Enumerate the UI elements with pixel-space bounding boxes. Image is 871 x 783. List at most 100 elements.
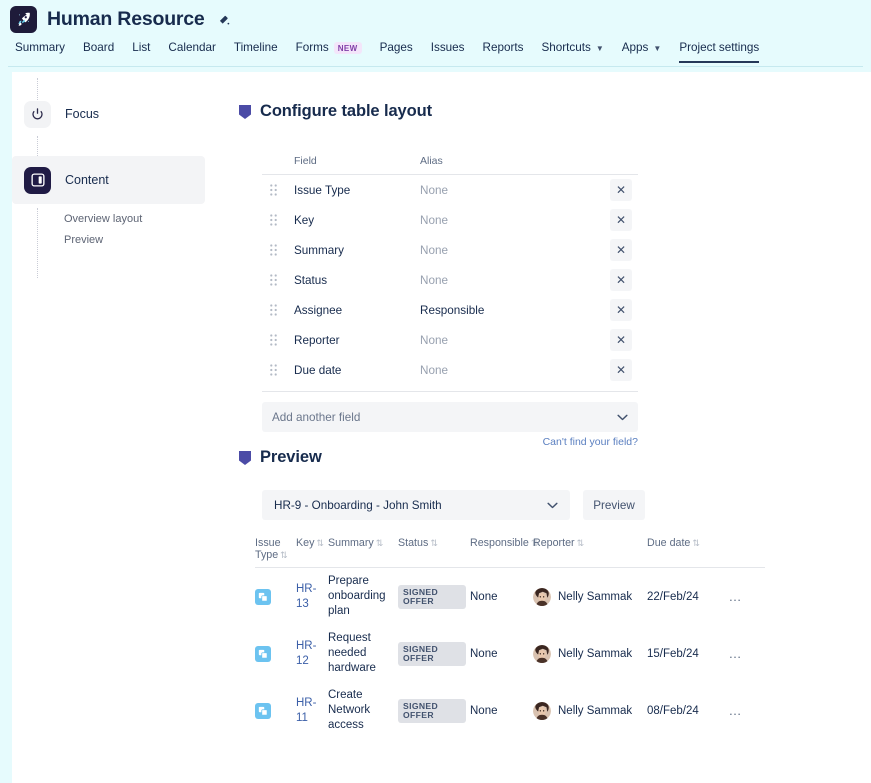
issue-type-cell bbox=[255, 703, 296, 719]
ink-drop-icon[interactable] bbox=[217, 13, 231, 27]
drag-handle-icon[interactable] bbox=[262, 334, 294, 346]
table-row[interactable]: HR-13 Prepare onboarding plan SIGNED OFF… bbox=[255, 568, 765, 625]
tab-label: Forms bbox=[296, 41, 329, 55]
chevron-down-icon: ▼ bbox=[596, 42, 604, 56]
sort-icon: ⇅ bbox=[430, 538, 438, 548]
add-another-field-select[interactable]: Add another field bbox=[262, 402, 638, 432]
table-row: Issue Type None ✕ bbox=[262, 175, 638, 205]
tab-shortcuts[interactable]: Shortcuts ▼ bbox=[532, 38, 612, 63]
table-row[interactable]: HR-12 Request needed hardware SIGNED OFF… bbox=[255, 625, 765, 682]
field-name: Assignee bbox=[294, 304, 420, 317]
configure-table-header: Field Alias bbox=[262, 155, 638, 175]
field-alias[interactable]: None bbox=[420, 274, 604, 287]
drag-handle-icon[interactable] bbox=[262, 304, 294, 316]
tab-label: Project settings bbox=[679, 41, 759, 55]
tab-label: Pages bbox=[380, 41, 413, 55]
column-header-summary[interactable]: Summary⇅ bbox=[328, 537, 398, 549]
remove-field-button[interactable]: ✕ bbox=[610, 209, 632, 231]
field-alias[interactable]: None bbox=[420, 334, 604, 347]
tab-apps[interactable]: Apps ▼ bbox=[613, 38, 671, 63]
tab-label: Timeline bbox=[234, 41, 278, 55]
reporter-cell: Nelly Sammak bbox=[533, 702, 643, 720]
sidebar-subitem-overview-layout[interactable]: Overview layout bbox=[64, 213, 142, 225]
column-header-label: Status bbox=[398, 537, 428, 549]
column-header-reporter[interactable]: Reporter⇅ bbox=[533, 537, 647, 549]
responsible-value: None bbox=[470, 705, 498, 717]
tab-project-settings[interactable]: Project settings bbox=[670, 38, 768, 63]
issue-type-cell bbox=[255, 589, 296, 605]
drag-handle-icon[interactable] bbox=[262, 184, 294, 196]
remove-field-button[interactable]: ✕ bbox=[610, 239, 632, 261]
tab-pages[interactable]: Pages bbox=[371, 38, 422, 63]
sidebar-subitem-preview[interactable]: Preview bbox=[64, 234, 103, 246]
remove-field-button[interactable]: ✕ bbox=[610, 329, 632, 351]
tab-calendar[interactable]: Calendar bbox=[159, 38, 224, 63]
table-row[interactable]: HR-11 Create Network access SIGNED OFFER… bbox=[255, 682, 765, 739]
drag-handle-icon[interactable] bbox=[262, 364, 294, 376]
tab-reports[interactable]: Reports bbox=[474, 38, 533, 63]
table-row: Reporter None ✕ bbox=[262, 325, 638, 355]
field-alias[interactable]: None bbox=[420, 364, 604, 377]
column-header-status[interactable]: Status⇅ bbox=[398, 537, 470, 549]
column-header-key[interactable]: Key⇅ bbox=[296, 537, 328, 549]
sidebar-item-label: Content bbox=[65, 173, 109, 187]
reporter-name: Nelly Sammak bbox=[558, 591, 632, 603]
drag-handle-icon[interactable] bbox=[262, 214, 294, 226]
field-name: Status bbox=[294, 274, 420, 287]
column-header-field: Field bbox=[294, 155, 420, 167]
preview-issue-value: HR-9 - Onboarding - John Smith bbox=[274, 499, 442, 512]
preview-issue-select[interactable]: HR-9 - Onboarding - John Smith bbox=[262, 490, 570, 520]
issue-key-link[interactable]: HR-13 bbox=[296, 583, 316, 610]
tab-list[interactable]: List bbox=[123, 38, 159, 63]
tab-label: Shortcuts bbox=[541, 41, 590, 55]
field-alias[interactable]: None bbox=[420, 214, 604, 227]
issue-key-link[interactable]: HR-12 bbox=[296, 640, 316, 667]
remove-field-button[interactable]: ✕ bbox=[610, 299, 632, 321]
table-row: Status None ✕ bbox=[262, 265, 638, 295]
row-more-actions-button[interactable]: … bbox=[729, 650, 743, 658]
drag-handle-icon[interactable] bbox=[262, 244, 294, 256]
issue-summary[interactable]: Create Network access bbox=[328, 689, 370, 731]
status-badge: SIGNED OFFER bbox=[398, 642, 466, 666]
row-more-actions-button[interactable]: … bbox=[729, 593, 743, 601]
column-header-label: Summary bbox=[328, 537, 374, 549]
tab-timeline[interactable]: Timeline bbox=[225, 38, 287, 63]
issue-summary[interactable]: Request needed hardware bbox=[328, 632, 376, 674]
cant-find-field-link[interactable]: Can't find your field? bbox=[262, 436, 638, 448]
tab-label: Calendar bbox=[168, 41, 215, 55]
column-header-responsible[interactable]: Responsible⇅ bbox=[470, 537, 533, 549]
sidebar-item-content[interactable]: Content bbox=[12, 156, 205, 204]
remove-field-button[interactable]: ✕ bbox=[610, 179, 632, 201]
field-alias[interactable]: None bbox=[420, 184, 604, 197]
due-date-value: 15/Feb/24 bbox=[647, 648, 720, 660]
tab-label: Board bbox=[83, 41, 114, 55]
settings-sidebar: Focus Content Overview layout Preview bbox=[12, 72, 217, 783]
remove-field-button[interactable]: ✕ bbox=[610, 269, 632, 291]
reporter-name: Nelly Sammak bbox=[558, 648, 632, 660]
preview-table: Issue Type⇅ Key⇅ Summary⇅ Status⇅ Respon… bbox=[255, 537, 765, 739]
preview-button[interactable]: Preview bbox=[583, 490, 645, 520]
row-more-actions-button[interactable]: … bbox=[729, 707, 743, 715]
tab-board[interactable]: Board bbox=[74, 38, 123, 63]
column-header-due-date[interactable]: Due date⇅ bbox=[647, 537, 720, 549]
sidebar-item-focus[interactable]: Focus bbox=[12, 90, 205, 138]
project-nav-tabs[interactable]: Summary Board List Calendar Timeline For… bbox=[6, 38, 768, 66]
field-alias[interactable]: Responsible bbox=[420, 304, 604, 317]
reporter-cell: Nelly Sammak bbox=[533, 645, 643, 663]
tab-label: List bbox=[132, 41, 150, 55]
chevron-down-icon bbox=[617, 414, 628, 421]
issue-key-link[interactable]: HR-11 bbox=[296, 697, 316, 724]
tab-issues[interactable]: Issues bbox=[422, 38, 474, 63]
tab-forms[interactable]: Forms NEW bbox=[287, 38, 371, 63]
issue-summary[interactable]: Prepare onboarding plan bbox=[328, 575, 386, 617]
reporter-cell: Nelly Sammak bbox=[533, 588, 643, 606]
rocket-icon bbox=[10, 6, 37, 33]
drag-handle-icon[interactable] bbox=[262, 274, 294, 286]
table-bottom-divider bbox=[262, 391, 638, 392]
tab-summary[interactable]: Summary bbox=[6, 38, 74, 63]
field-alias[interactable]: None bbox=[420, 244, 604, 257]
status-badge: SIGNED OFFER bbox=[398, 585, 466, 609]
column-header-issue-type[interactable]: Issue Type⇅ bbox=[255, 537, 296, 561]
remove-field-button[interactable]: ✕ bbox=[610, 359, 632, 381]
field-name: Reporter bbox=[294, 334, 420, 347]
